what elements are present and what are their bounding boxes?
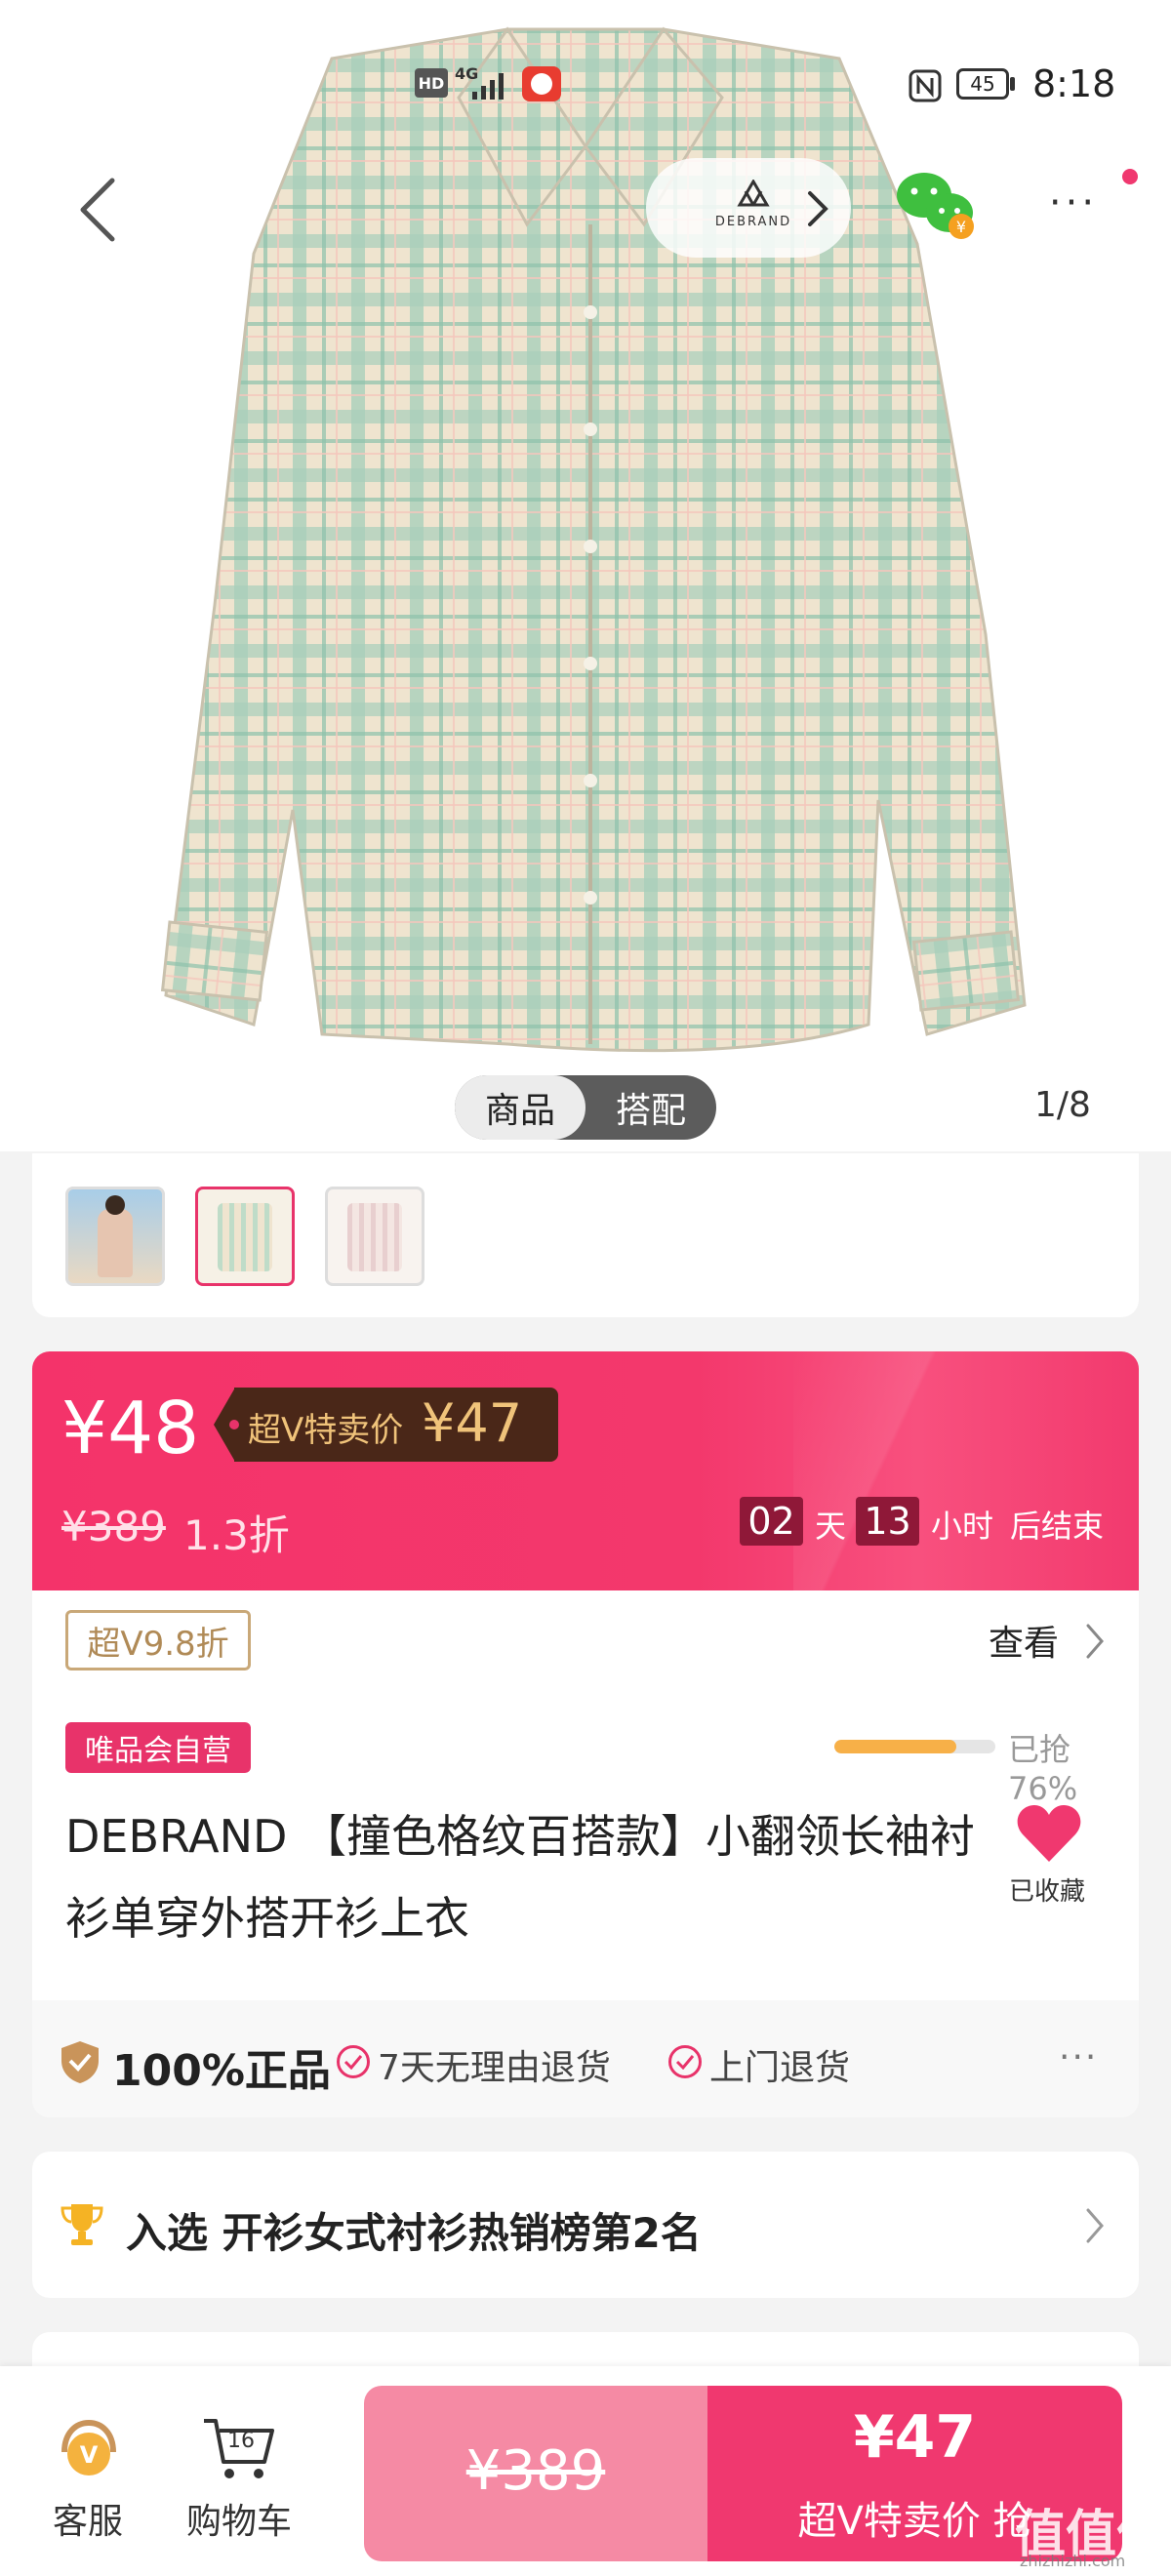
thumbnail-strip xyxy=(32,1153,1139,1317)
sold-progress-fill xyxy=(834,1740,957,1753)
more-button[interactable]: ··· xyxy=(1034,181,1112,229)
battery-tip xyxy=(1010,77,1015,91)
genuine-label: 100%正品 xyxy=(112,2046,331,2096)
tab-product[interactable]: 商品 xyxy=(455,1075,586,1140)
current-price: ¥48 xyxy=(61,1387,200,1470)
share-wechat-button[interactable]: ¥ xyxy=(893,166,981,244)
vip-price-tag: 超V特卖价 ¥47 xyxy=(229,1388,558,1462)
sold-progress-bar xyxy=(834,1740,995,1753)
bottom-original-price: ¥389 xyxy=(465,2439,606,2503)
shield-icon xyxy=(61,2041,99,2083)
svg-text:¥: ¥ xyxy=(956,218,966,236)
chevron-right-icon xyxy=(1086,1624,1104,1659)
cart-label: 购物车 xyxy=(185,2502,292,2542)
back-button[interactable] xyxy=(59,166,137,254)
product-image[interactable] xyxy=(0,0,1171,1151)
discount-rate: 1.3折 xyxy=(183,1511,290,1559)
signal-icon xyxy=(472,73,504,100)
view-vip-link[interactable]: 查看 xyxy=(989,1615,1059,1666)
banner-shine xyxy=(793,1351,1139,1590)
back-chevron-icon xyxy=(80,178,115,242)
image-counter: 1/8 xyxy=(1034,1085,1091,1125)
tab-outfit[interactable]: 搭配 xyxy=(586,1075,716,1140)
countdown-hours: 13 xyxy=(856,1497,919,1546)
cart-count: 16 xyxy=(227,2429,255,2453)
brand-store-link[interactable]: DEBRAND xyxy=(646,158,851,258)
brand-logo-text: DEBRAND xyxy=(714,215,792,229)
thumbnail-2[interactable] xyxy=(195,1187,295,1286)
customer-service-label: 客服 xyxy=(52,2502,123,2542)
thumbnail-1[interactable] xyxy=(65,1187,165,1286)
watermark-url: zhizhizhi.com xyxy=(1020,2552,1126,2570)
return-7days-label: 7天无理由退货 xyxy=(378,2048,611,2088)
trophy-icon xyxy=(61,2204,103,2245)
app-notification-icon xyxy=(522,66,561,101)
customer-service-button[interactable]: V 客服 xyxy=(39,2415,137,2552)
customer-service-icon: V xyxy=(61,2419,116,2475)
original-price-buy-button[interactable]: ¥389 xyxy=(364,2386,707,2561)
guarantee-row[interactable]: 100%正品 7天无理由退货 上门退货 ··· xyxy=(32,2000,1139,2117)
chevron-right-icon xyxy=(1086,2208,1104,2243)
battery-icon: 45 xyxy=(956,68,1009,100)
nfc-icon xyxy=(909,69,942,102)
tag-hole xyxy=(229,1420,239,1429)
price-banner: ¥48 超V特卖价 ¥47 ¥389 1.3折 02 天 13 小时 后结束 xyxy=(32,1351,1139,1590)
countdown-days-unit: 天 xyxy=(815,1508,847,1545)
vip-price-label: 超V特卖价 xyxy=(248,1411,404,1450)
status-bar: HD 4G 45 8:18 xyxy=(0,59,1171,117)
plaid-shirt-illustration xyxy=(160,26,1027,1053)
more-guarantee-icon: ··· xyxy=(1059,2037,1099,2077)
pickup-return-label: 上门退货 xyxy=(709,2048,851,2088)
brand-logo-icon xyxy=(737,180,770,207)
countdown-suffix: 后结束 xyxy=(1010,1508,1105,1545)
check-circle-icon xyxy=(337,2045,370,2078)
check-circle-icon xyxy=(668,2045,702,2078)
product-title: DEBRAND 【撞色格纹百搭款】小翻领长袖衬衫单穿外搭开衫上衣 xyxy=(65,1810,976,1945)
bottom-bar: V 客服 16 购物车 ¥389 ¥47 超V特卖价 抢 值值值 zhizhiz… xyxy=(0,2366,1171,2576)
favorite-button[interactable]: 已收藏 xyxy=(993,1803,1101,1920)
sold-label: 已抢76% xyxy=(1008,1731,1078,1807)
chevron-right-icon xyxy=(808,191,828,226)
thumbnail-3[interactable] xyxy=(325,1187,424,1286)
gallery-tab-toggle: 商品 搭配 xyxy=(455,1075,716,1140)
ranking-text: 入选 开衫女式衬衫热销榜第2名 xyxy=(126,2209,702,2257)
notification-dot xyxy=(1122,169,1138,184)
self-operated-badge: 唯品会自营 xyxy=(65,1722,251,1773)
ranking-card[interactable]: 入选 开衫女式衬衫热销榜第2名 xyxy=(32,2152,1139,2298)
hd-icon: HD xyxy=(415,68,448,98)
original-price: ¥389 xyxy=(61,1503,166,1550)
vip-price: ¥47 xyxy=(422,1392,523,1454)
product-info-card: 超V9.8折 查看 唯品会自营 已抢76% DEBRAND 【撞色格纹百搭款】小… xyxy=(32,1590,1139,2117)
wechat-icon: ¥ xyxy=(897,173,974,239)
heart-icon xyxy=(1017,1805,1081,1862)
countdown-days: 02 xyxy=(740,1497,803,1546)
favorite-label: 已收藏 xyxy=(1008,1877,1085,1907)
clock: 8:18 xyxy=(1032,62,1116,105)
cart-button[interactable]: 16 购物车 xyxy=(176,2415,303,2552)
svg-text:V: V xyxy=(80,2441,99,2469)
countdown-hours-unit: 小时 xyxy=(931,1508,994,1545)
vip-discount-badge: 超V9.8折 xyxy=(65,1610,251,1670)
bottom-vip-price: ¥47 xyxy=(853,2403,977,2472)
